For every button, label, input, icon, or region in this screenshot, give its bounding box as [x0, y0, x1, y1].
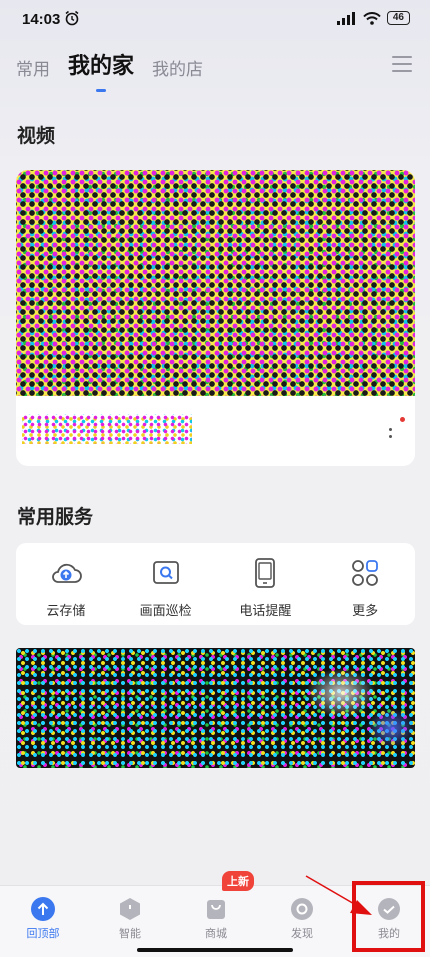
arrow-up-icon — [30, 896, 56, 922]
video-section-title: 视频 — [17, 126, 56, 147]
wifi-icon — [363, 11, 381, 25]
more-options-icon[interactable] — [389, 428, 393, 442]
menu-icon[interactable] — [392, 56, 412, 72]
video-thumbnail[interactable] — [16, 170, 415, 396]
nav-label: 商城 — [205, 928, 227, 940]
service-label: 画面巡检 — [139, 603, 192, 618]
nav-label: 发现 — [291, 928, 313, 940]
services-section-title: 常用服务 — [17, 507, 94, 528]
tab-common[interactable]: 常用 — [16, 55, 50, 80]
signal-icon — [336, 11, 355, 25]
nav-label: 回顶部 — [26, 928, 60, 940]
services-panel: 云存储 画面巡检 电话提醒 更多 — [16, 543, 415, 625]
notification-dot — [400, 417, 405, 422]
service-label: 云存储 — [46, 603, 86, 618]
banner-highlight — [366, 708, 416, 748]
phone-icon — [255, 558, 276, 588]
annotation-highlight-box — [352, 881, 425, 952]
top-tabs: 常用 我的家 我的店 — [16, 48, 203, 92]
service-more[interactable]: 更多 — [315, 543, 415, 625]
battery-indicator: 46 — [386, 11, 410, 25]
nav-mall[interactable]: 商城 — [186, 896, 246, 941]
hexagon-icon — [117, 896, 143, 922]
nav-smart[interactable]: 智能 — [100, 896, 160, 941]
cloud-upload-icon — [52, 563, 82, 583]
service-phone-reminder[interactable]: 电话提醒 — [216, 543, 316, 625]
grid-more-icon — [352, 560, 379, 586]
compass-icon — [289, 896, 315, 922]
tab-my-home[interactable]: 我的家 — [68, 48, 134, 92]
service-screen-inspection[interactable]: 画面巡检 — [116, 543, 216, 625]
home-indicator — [137, 948, 293, 952]
service-cloud-storage[interactable]: 云存储 — [16, 543, 116, 625]
video-caption-image — [22, 414, 192, 444]
status-icons: 46 — [336, 11, 410, 25]
nav-label: 智能 — [119, 928, 141, 940]
new-badge: 上新 — [222, 871, 254, 891]
alarm-icon — [65, 10, 79, 26]
status-time: 14:03 — [22, 11, 61, 28]
nav-back-to-top[interactable]: 回顶部 — [13, 896, 73, 941]
service-label: 更多 — [352, 603, 379, 618]
nav-discover[interactable]: 发现 — [272, 896, 332, 941]
promo-banner[interactable] — [16, 648, 416, 768]
banner-highlight — [306, 668, 376, 718]
screen-search-icon — [152, 561, 179, 584]
tab-my-store[interactable]: 我的店 — [152, 55, 203, 80]
annotation-arrow — [305, 875, 372, 915]
service-label: 电话提醒 — [239, 603, 292, 618]
bag-icon — [203, 896, 229, 922]
status-bar: 14:03 46 — [0, 0, 430, 40]
video-card[interactable] — [16, 170, 415, 466]
